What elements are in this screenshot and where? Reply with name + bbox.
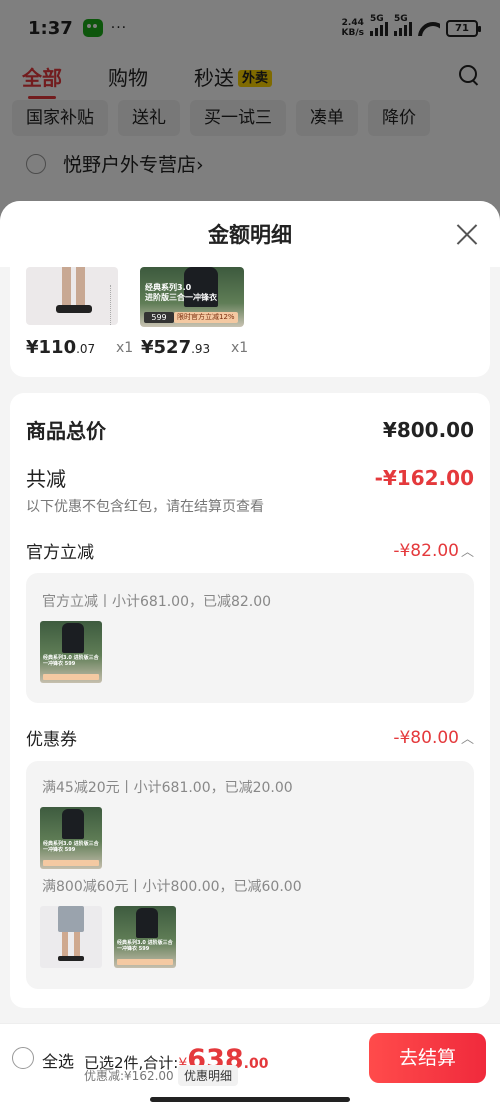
reduce-value: -¥162.00 bbox=[374, 465, 474, 490]
home-indicator[interactable] bbox=[150, 1097, 350, 1102]
product-qty: x1 bbox=[231, 340, 249, 356]
select-all-radio[interactable] bbox=[12, 1047, 34, 1069]
discount-detail-button[interactable]: 优惠明细 bbox=[178, 1065, 239, 1086]
total-label: 商品总价 bbox=[26, 419, 106, 443]
official-discount-box: 官方立减丨小计681.00，已减82.00 经典系列3.0 进阶版三合一冲锋衣 … bbox=[26, 573, 474, 703]
reduce-row: 共减 -¥162.00 bbox=[26, 463, 474, 492]
total-value: ¥800.00 bbox=[382, 417, 474, 442]
official-discount-row[interactable]: 官方立减 -¥82.00 ︿ bbox=[26, 538, 474, 564]
product-thumb-jacket[interactable]: 经典系列3.0 进阶版三合一冲锋衣 599 bbox=[40, 621, 102, 683]
product-thumb-jacket[interactable]: 经典系列3.0 进阶版三合一冲锋衣 599 bbox=[114, 906, 176, 968]
checkout-button[interactable]: 去结算 bbox=[369, 1033, 486, 1083]
coupon-box: 满45减20元丨小计681.00，已减20.00 经典系列3.0 进阶版三合一冲… bbox=[26, 761, 474, 989]
coupon-line-1: 满45减20元丨小计681.00，已减20.00 bbox=[42, 780, 293, 796]
product-price: ¥110.07 bbox=[26, 337, 96, 358]
product-tag-price: 599 bbox=[144, 312, 174, 323]
product-image-shorts[interactable] bbox=[26, 267, 118, 325]
sheet-header: 金额明细 bbox=[0, 201, 500, 267]
products-card: 经典系列3.0 进阶版三合一冲锋衣 599 限时官方立减12% ¥110.07 x… bbox=[10, 267, 490, 377]
chevron-up-icon: ︿ bbox=[460, 731, 474, 747]
coupon-row[interactable]: 优惠券 -¥80.00 ︿ bbox=[26, 725, 474, 751]
product-price: ¥527.93 bbox=[141, 337, 211, 358]
coupon-value[interactable]: -¥80.00 ︿ bbox=[393, 728, 474, 748]
total-row: 商品总价 ¥800.00 bbox=[26, 415, 474, 444]
official-discount-detail: 官方立减丨小计681.00，已减82.00 bbox=[42, 594, 272, 610]
product-thumb-jacket[interactable]: 经典系列3.0 进阶版三合一冲锋衣 599 bbox=[40, 807, 102, 869]
product-promo-band: 限时官方立减12% bbox=[174, 312, 238, 323]
discount-summary: 优惠减:¥162.00 bbox=[84, 1069, 174, 1083]
reduce-label: 共减 bbox=[26, 467, 66, 491]
reduce-note: 以下优惠不包含红包，请在结算页查看 bbox=[26, 499, 264, 515]
sheet-title: 金额明细 bbox=[208, 223, 292, 247]
official-discount-label: 官方立减 bbox=[26, 543, 94, 563]
coupon-line-2: 满800减60元丨小计800.00，已减60.00 bbox=[42, 879, 302, 895]
chevron-up-icon: ︿ bbox=[460, 544, 474, 560]
product-thumb-shorts[interactable] bbox=[40, 906, 102, 968]
close-icon[interactable] bbox=[456, 223, 478, 245]
product-qty: x1 bbox=[116, 340, 134, 356]
product-image-jacket[interactable]: 经典系列3.0 进阶版三合一冲锋衣 599 限时官方立减12% bbox=[140, 267, 244, 327]
select-all-label[interactable]: 全选 bbox=[42, 1048, 74, 1072]
coupon-label: 优惠券 bbox=[26, 730, 77, 750]
amount-detail-card: 商品总价 ¥800.00 共减 -¥162.00 以下优惠不包含红包，请在结算页… bbox=[10, 393, 490, 1008]
amount-detail-sheet: 金额明细 经典系列3.0 进阶版三合一冲锋衣 599 限时官方立减12% ¥110… bbox=[0, 201, 500, 1111]
official-discount-value[interactable]: -¥82.00 ︿ bbox=[393, 541, 474, 561]
